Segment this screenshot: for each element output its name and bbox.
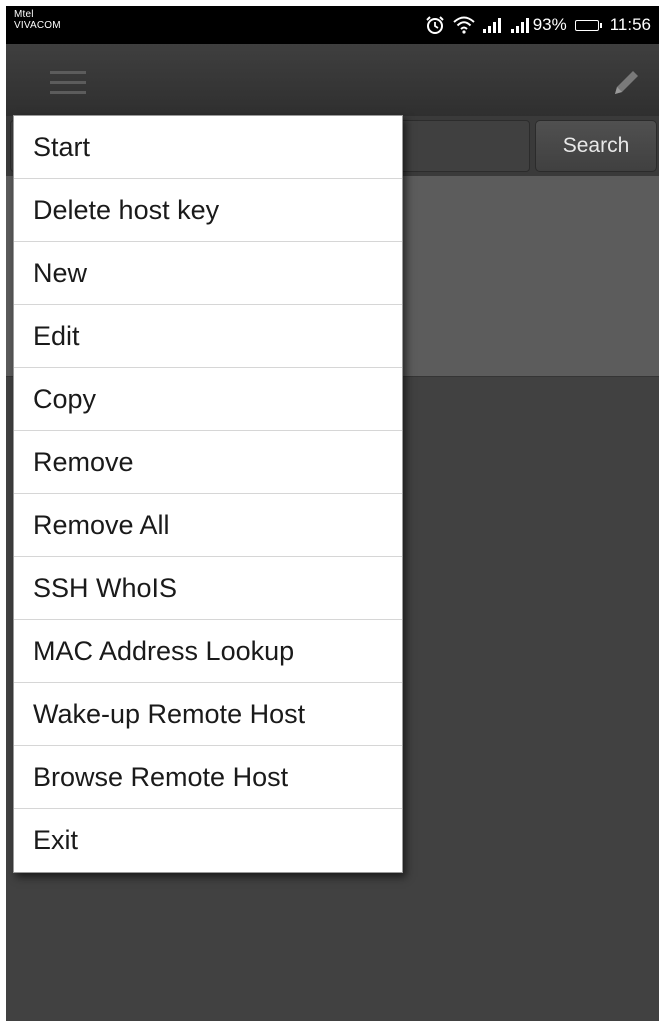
- clock: 11:56: [609, 15, 651, 34]
- menu-item-mac-address-lookup[interactable]: MAC Address Lookup: [14, 620, 402, 683]
- menu-item-start[interactable]: Start: [14, 116, 402, 179]
- menu-item-delete-host-key[interactable]: Delete host key: [14, 179, 402, 242]
- menu-item-remove-all[interactable]: Remove All: [14, 494, 402, 557]
- signal-icon: [482, 17, 503, 33]
- menu-item-browse-remote-host[interactable]: Browse Remote Host: [14, 746, 402, 809]
- battery-icon: [574, 19, 602, 31]
- status-icons: 93% 11:56: [425, 14, 651, 36]
- carrier-labels: Mtel VIVACOM: [14, 9, 61, 31]
- battery-percent: 93%: [532, 15, 567, 34]
- menu-item-new[interactable]: New: [14, 242, 402, 305]
- status-bar: Mtel VIVACOM 93% 11:56: [6, 6, 659, 44]
- options-menu: Start Delete host key New Edit Copy Remo…: [13, 115, 403, 873]
- phone-screen: Mtel VIVACOM 93% 11:56 Search Start Dele…: [6, 6, 659, 1021]
- menu-item-copy[interactable]: Copy: [14, 368, 402, 431]
- carrier-2: VIVACOM: [14, 20, 61, 31]
- action-bar: [6, 44, 659, 117]
- menu-item-edit[interactable]: Edit: [14, 305, 402, 368]
- hamburger-menu-icon[interactable]: [50, 71, 86, 95]
- wifi-icon: [453, 16, 475, 34]
- menu-item-remove[interactable]: Remove: [14, 431, 402, 494]
- edit-pencil-icon[interactable]: [609, 66, 643, 100]
- menu-item-ssh-whois[interactable]: SSH WhoIS: [14, 557, 402, 620]
- signal-icon: [510, 17, 531, 33]
- carrier-1: Mtel: [14, 9, 34, 20]
- menu-item-wake-up-remote-host[interactable]: Wake-up Remote Host: [14, 683, 402, 746]
- search-button[interactable]: Search: [535, 120, 657, 172]
- alarm-icon: [425, 15, 445, 35]
- signal-battery-group: 93%: [510, 15, 567, 35]
- menu-item-exit[interactable]: Exit: [14, 809, 402, 872]
